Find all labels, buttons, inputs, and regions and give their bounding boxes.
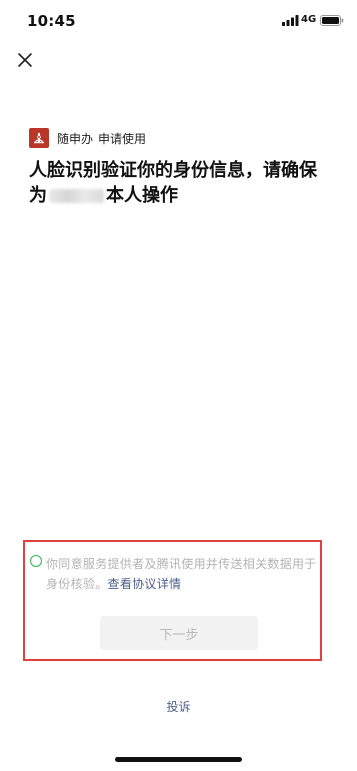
close-icon[interactable]: [14, 49, 36, 71]
redacted-name: [49, 189, 104, 203]
app-request-action: 申请使用: [98, 131, 147, 146]
network-type: 4G: [301, 14, 317, 25]
title-text-end: 本人操作: [106, 185, 178, 206]
report-link[interactable]: 投诉: [0, 698, 357, 715]
agreement-details-link[interactable]: 查看协议详情: [108, 577, 182, 591]
face-verification-screen: 10:45 4G 随申办 申请使用 人脸识别验证你的身份信息，请确保为 本人操作…: [0, 0, 357, 771]
next-step-button[interactable]: 下一步: [100, 616, 258, 650]
home-indicator: [115, 757, 242, 762]
signal-icon: [282, 15, 299, 26]
consent-radio[interactable]: [30, 555, 42, 567]
consent-highlight-box: 你同意服务提供者及腾讯使用并传送相关数据用于身份核验。查看协议详情 下一步: [23, 540, 322, 661]
battery-icon: [320, 15, 344, 26]
status-time: 10:45: [27, 12, 76, 30]
page-title: 人脸识别验证你的身份信息，请确保为 本人操作: [29, 158, 329, 208]
requesting-app: 随申办 申请使用: [29, 128, 146, 148]
suishenban-logo-icon: [29, 128, 49, 148]
status-bar: 10:45 4G: [0, 0, 357, 40]
consent-statement: 你同意服务提供者及腾讯使用并传送相关数据用于身份核验。查看协议详情: [46, 554, 320, 594]
app-name: 随申办: [57, 131, 94, 146]
consent-row: 你同意服务提供者及腾讯使用并传送相关数据用于身份核验。查看协议详情: [30, 554, 320, 594]
